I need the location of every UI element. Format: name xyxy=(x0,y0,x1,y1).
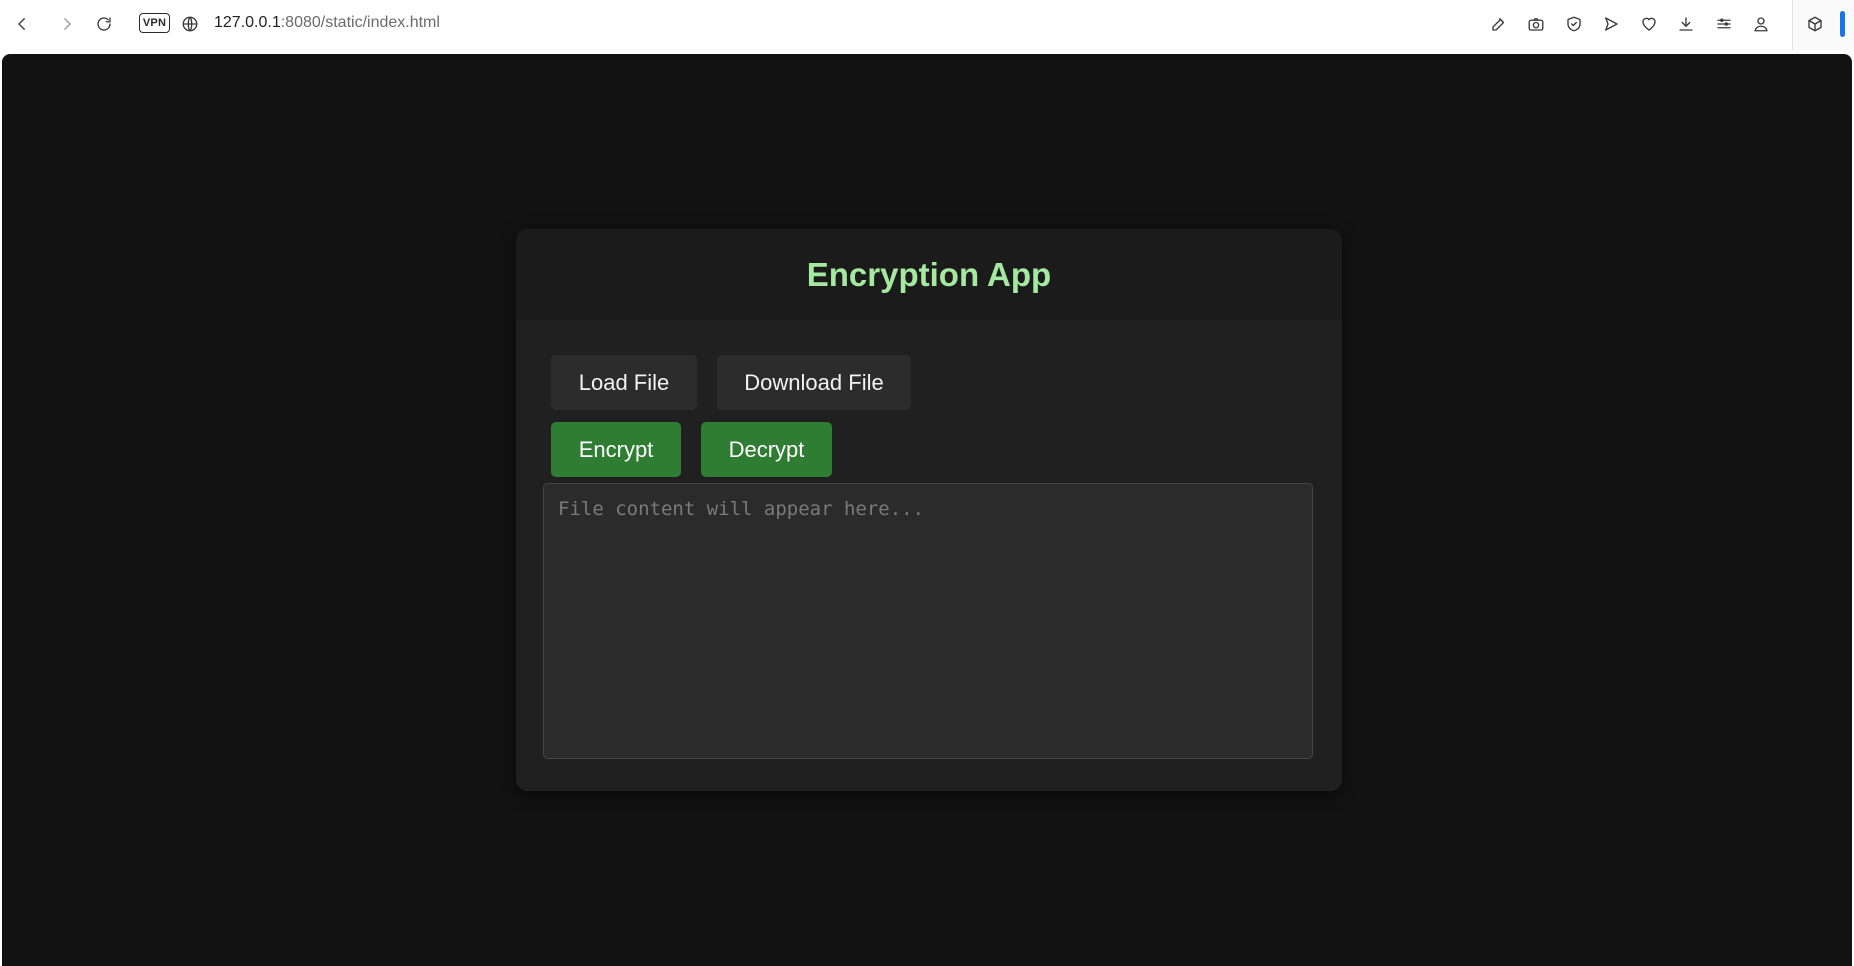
browser-toolbar: VPN 127.0.0.1:8080/static/index.html xyxy=(0,0,1854,50)
menu-icon[interactable] xyxy=(1712,12,1736,36)
file-content-textarea[interactable] xyxy=(543,483,1313,759)
profile-icon[interactable] xyxy=(1749,12,1773,36)
back-icon[interactable] xyxy=(10,12,34,36)
edit-icon[interactable] xyxy=(1487,12,1511,36)
vpn-badge[interactable]: VPN xyxy=(139,13,170,33)
app-card: Encryption App Load File Download File E… xyxy=(516,229,1342,791)
download-file-button[interactable]: Download File xyxy=(717,355,911,410)
send-icon[interactable] xyxy=(1599,12,1623,36)
url-host: 127.0.0.1 xyxy=(214,14,281,31)
load-file-button[interactable]: Load File xyxy=(551,355,697,410)
address-bar[interactable]: 127.0.0.1:8080/static/index.html xyxy=(214,14,440,32)
decrypt-button[interactable]: Decrypt xyxy=(701,422,832,477)
forward-icon[interactable] xyxy=(55,12,79,36)
page-viewport: Encryption App Load File Download File E… xyxy=(2,54,1852,966)
globe-icon[interactable] xyxy=(178,12,202,36)
box-icon[interactable] xyxy=(1803,12,1827,36)
card-header: Encryption App xyxy=(516,229,1342,320)
heart-icon[interactable] xyxy=(1637,12,1661,36)
reload-icon[interactable] xyxy=(92,12,116,36)
camera-icon[interactable] xyxy=(1524,12,1548,36)
download-icon[interactable] xyxy=(1674,12,1698,36)
url-path: :8080/static/index.html xyxy=(280,14,440,31)
encrypt-button[interactable]: Encrypt xyxy=(551,422,681,477)
card-body: Load File Download File Encrypt Decrypt xyxy=(516,320,1342,791)
shield-icon[interactable] xyxy=(1562,12,1586,36)
sidebar-toggle[interactable] xyxy=(1840,11,1845,37)
app-title: Encryption App xyxy=(806,255,1052,293)
